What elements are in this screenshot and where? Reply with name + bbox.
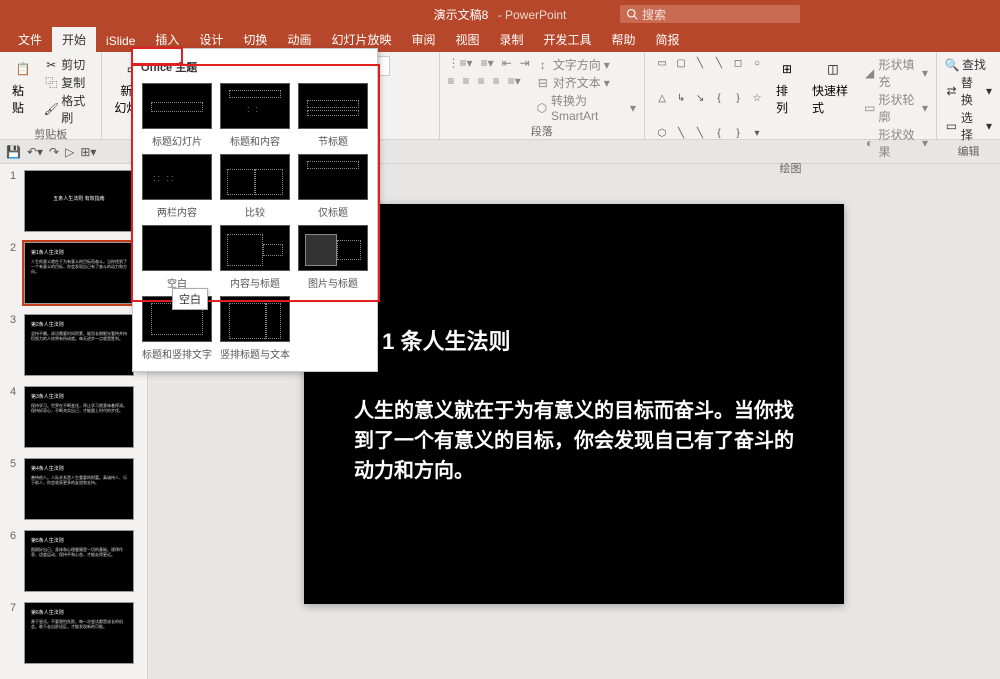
align-right[interactable]: ≡: [478, 74, 485, 88]
replace-icon: ⇄: [945, 84, 958, 98]
search-box[interactable]: 搜索: [620, 5, 800, 23]
numbering-button[interactable]: ≡▾: [481, 56, 494, 70]
bullets-button[interactable]: ⋮≡▾: [448, 56, 473, 70]
align-justify[interactable]: ≡: [493, 74, 500, 88]
save-button[interactable]: 💾: [6, 145, 21, 159]
thumb-7[interactable]: 7第6条人生法则勇于尝试。不要害怕失败，每一次尝试都是成长的机会。敢于走出舒适区…: [10, 602, 137, 664]
tab-help[interactable]: 帮助: [602, 27, 646, 52]
paste-icon: 📋: [12, 58, 34, 80]
thumb-2[interactable]: 2第1条人生法则人生的意义就在于为有意义的目标而奋斗。当你找到了一个有意义的目标…: [10, 242, 137, 304]
layout-dropdown: Office 主题 标题幻灯片 标题和内容 节标题 两栏内容 比较 仅标题 空白…: [132, 48, 378, 372]
thumb-4[interactable]: 4第3条人生法则保持学习。世界在不断变化，停止学习就意味着停滞。保持好奇心，不断…: [10, 386, 137, 448]
copy-icon: ⿻: [44, 76, 58, 90]
undo-button[interactable]: ↶▾: [27, 145, 43, 159]
convert-smartart-button[interactable]: ⬡转换为 SmartArt ▾: [536, 92, 636, 123]
tab-record[interactable]: 录制: [490, 27, 534, 52]
redo-button[interactable]: ↷: [49, 145, 59, 159]
layout-blank[interactable]: 空白: [141, 225, 213, 290]
align-text-button[interactable]: ⊟对齐文本 ▾: [536, 74, 636, 91]
tab-review[interactable]: 审阅: [401, 27, 445, 52]
slide-body[interactable]: 人生的意义就在于为有意义的目标而奋斗。当你找到了一个有意义的目标，你会发现自己有…: [354, 396, 794, 486]
thumb-6[interactable]: 6第5条人生法则照顾好自己。身体和心理健康是一切的基础。规律作息、适度运动、保持…: [10, 530, 137, 592]
layout-two-content[interactable]: 两栏内容: [141, 154, 213, 219]
brush-icon: 🖌: [44, 102, 58, 116]
layout-vertical-title[interactable]: 竖排标题与文本: [219, 296, 291, 361]
group-label-paragraph: 段落: [448, 123, 637, 141]
document-title: 演示文稿8: [434, 8, 489, 22]
tab-view[interactable]: 视图: [445, 27, 489, 52]
more-button[interactable]: ⊞▾: [80, 145, 96, 159]
quick-style-icon: ◫: [822, 58, 844, 80]
find-button[interactable]: 🔍查找: [945, 56, 992, 73]
slideshow-button[interactable]: ▷: [65, 145, 74, 159]
tab-brief[interactable]: 简报: [646, 27, 690, 52]
layout-section-header[interactable]: 节标题: [297, 83, 369, 148]
layout-comparison[interactable]: 比较: [219, 154, 291, 219]
shapes-gallery[interactable]: ▭▢╲╲◻○ △↳↘{}☆ ⬡╲╲{}▾: [653, 56, 766, 160]
app-name: - PowerPoint: [498, 8, 567, 22]
group-editing: 🔍查找 ⇄替换 ▾ ▭选择 ▾ 编辑: [937, 52, 1000, 139]
arrange-button[interactable]: ⊞ 排列: [772, 56, 802, 160]
outline-icon: ▭: [864, 101, 876, 115]
slide-thumbnails[interactable]: 1五条人生法则 有效指南 2第1条人生法则人生的意义就在于为有意义的目标而奋斗。…: [0, 164, 148, 679]
smartart-icon: ⬡: [536, 101, 548, 115]
layout-title-slide[interactable]: 标题幻灯片: [141, 83, 213, 148]
indent-decrease[interactable]: ⇤: [502, 56, 512, 70]
tab-developer[interactable]: 开发工具: [534, 27, 602, 52]
shape-effects-button[interactable]: ◐形状效果 ▾: [864, 126, 928, 160]
cut-icon: ✂: [44, 58, 58, 72]
effects-icon: ◐: [864, 136, 876, 150]
find-icon: 🔍: [945, 58, 959, 72]
indent-increase[interactable]: ⇥: [520, 56, 530, 70]
group-label-clipboard: 剪贴板: [8, 126, 93, 144]
layout-title-only[interactable]: 仅标题: [297, 154, 369, 219]
arrange-icon: ⊞: [776, 58, 798, 80]
format-painter-button[interactable]: 🖌格式刷: [44, 92, 93, 126]
paste-button[interactable]: 📋 粘贴: [8, 56, 38, 126]
thumb-3[interactable]: 3第2条人生法则坚持不懈。成功需要时间积累，能用长期眼光看待并持恒努力的人终将有…: [10, 314, 137, 376]
cut-button[interactable]: ✂剪切: [44, 56, 93, 73]
layout-content-caption[interactable]: 内容与标题: [219, 225, 291, 290]
current-slide[interactable]: 第 1 条人生法则 人生的意义就在于为有意义的目标而奋斗。当你找到了一个有意义的…: [304, 204, 844, 604]
select-button[interactable]: ▭选择 ▾: [945, 109, 992, 143]
shape-fill-button[interactable]: ◢形状填充 ▾: [864, 56, 928, 90]
title-bar: 演示文稿8 - PowerPoint 搜索: [0, 0, 1000, 28]
align-left[interactable]: ≡: [448, 74, 455, 88]
tooltip-blank: 空白: [172, 288, 208, 310]
slide-title[interactable]: 第 1 条人生法则: [354, 324, 794, 356]
text-direction-button[interactable]: ↕文字方向 ▾: [536, 56, 636, 73]
copy-button[interactable]: ⿻复制: [44, 74, 93, 91]
shape-outline-button[interactable]: ▭形状轮廓 ▾: [864, 91, 928, 125]
dropdown-header: Office 主题: [139, 55, 371, 79]
thumb-1[interactable]: 1五条人生法则 有效指南: [10, 170, 137, 232]
layout-picture-caption[interactable]: 图片与标题: [297, 225, 369, 290]
group-label-drawing: 绘图: [653, 160, 928, 178]
group-paragraph: ⋮≡▾ ≡▾ ⇤ ⇥ ≡ ≡ ≡ ≡ ≡▾ ↕文字方向 ▾ ⊟对齐文本 ▾ ⬡转…: [440, 52, 646, 139]
text-direction-icon: ↕: [536, 58, 550, 72]
group-label-editing: 编辑: [945, 143, 992, 161]
group-clipboard: 📋 粘贴 ✂剪切 ⿻复制 🖌格式刷 剪贴板: [0, 52, 102, 139]
align-center[interactable]: ≡: [463, 74, 470, 88]
tab-home[interactable]: 开始: [52, 27, 96, 52]
align-text-icon: ⊟: [536, 76, 550, 90]
quick-style-button[interactable]: ◫ 快速样式: [808, 56, 858, 160]
select-icon: ▭: [945, 119, 958, 133]
layout-title-content[interactable]: 标题和内容: [219, 83, 291, 148]
thumb-5[interactable]: 5第4条人生法则善待他人。人际关系是人生重要的财富。真诚待人、乐于助人，你会收获…: [10, 458, 137, 520]
search-icon: [626, 8, 638, 20]
group-drawing: ▭▢╲╲◻○ △↳↘{}☆ ⬡╲╲{}▾ ⊞ 排列 ◫ 快速样式 ◢形状填充 ▾…: [645, 52, 937, 139]
fill-icon: ◢: [864, 66, 876, 80]
replace-button[interactable]: ⇄替换 ▾: [945, 74, 992, 108]
search-placeholder: 搜索: [642, 6, 666, 23]
tab-file[interactable]: 文件: [8, 27, 52, 52]
